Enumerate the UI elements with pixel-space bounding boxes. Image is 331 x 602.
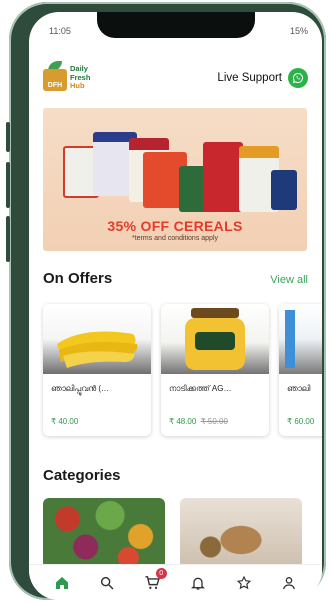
nav-home[interactable]: [51, 572, 73, 594]
banner-subtext: *terms and conditions apply: [132, 235, 218, 242]
live-support-label: Live Support: [217, 72, 282, 84]
category-card-vegetables[interactable]: [43, 498, 165, 568]
product-name: ഞാലിപ്പൂവൻ (…: [51, 384, 110, 393]
search-icon: [101, 576, 114, 590]
product-card[interactable]: നാടിക്കത്ത് AG… ₹ 48.00 ₹ 50.00: [161, 304, 269, 436]
phone-frame: 11:05 15% DFH Daily Fresh Hub Live Suppo…: [6, 2, 326, 600]
price-current: ₹ 40.00: [51, 417, 79, 426]
view-all-link[interactable]: View all: [270, 274, 308, 286]
nav-favorites[interactable]: [233, 572, 255, 594]
offers-header: On Offers View all: [43, 270, 308, 287]
offers-title: On Offers: [43, 270, 113, 287]
categories-title: Categories: [43, 467, 121, 484]
home-icon: [55, 576, 68, 589]
status-bar: 11:05 15%: [49, 26, 308, 40]
category-card-kitchenware[interactable]: [180, 498, 302, 568]
promo-banner[interactable]: 35% OFF CEREALS *terms and conditions ap…: [43, 108, 307, 251]
status-time: 11:05: [49, 26, 71, 36]
product-name: നാടിക്കത്ത് AG…: [169, 384, 232, 393]
price-current: ₹ 60.00: [287, 417, 315, 426]
offers-carousel[interactable]: ഞാലിപ്പൂവൻ (… ₹ 40.00 നാടിക്കത്ത് AG… ₹ …: [43, 304, 322, 440]
product-pack-image: [271, 170, 297, 210]
product-name: ഞാലി: [287, 384, 311, 393]
product-price: ₹ 60.00: [287, 417, 314, 426]
brand-logo[interactable]: DFH Daily Fresh Hub: [43, 61, 107, 95]
price-original: ₹ 50.00: [200, 417, 228, 426]
product-image: [43, 304, 151, 374]
nav-search[interactable]: [96, 572, 118, 594]
app-screen: 11:05 15% DFH Daily Fresh Hub Live Suppo…: [29, 12, 322, 600]
whatsapp-icon[interactable]: [288, 68, 308, 88]
price-current: ₹ 48.00: [169, 417, 197, 426]
product-image: [279, 304, 322, 374]
bottom-navigation: 0: [29, 564, 322, 600]
product-image: [161, 304, 269, 374]
categories-header: Categories: [43, 467, 308, 484]
side-button: [6, 162, 10, 208]
nav-profile[interactable]: [278, 572, 300, 594]
app-header: DFH Daily Fresh Hub Live Support: [29, 56, 322, 102]
bell-icon: [191, 577, 206, 590]
live-support-button[interactable]: Live Support: [217, 68, 308, 88]
logo-text: Daily Fresh Hub: [70, 64, 90, 91]
status-battery: 15%: [289, 26, 308, 36]
categories-grid[interactable]: [43, 498, 322, 570]
logo-badge: DFH: [47, 82, 63, 89]
product-price: ₹ 40.00: [51, 417, 78, 426]
nav-notifications[interactable]: [187, 572, 209, 594]
product-card[interactable]: ഞാലി ₹ 60.00: [279, 304, 322, 436]
nav-cart[interactable]: 0: [142, 567, 167, 594]
profile-icon: [283, 576, 296, 589]
cart-count-badge: 0: [155, 567, 167, 579]
basket-icon: DFH: [43, 69, 67, 91]
product-price: ₹ 48.00 ₹ 50.00: [169, 417, 228, 426]
product-pack-image: [203, 142, 243, 212]
star-icon: [236, 575, 251, 589]
side-button: [6, 122, 10, 152]
side-button: [6, 216, 10, 262]
product-card[interactable]: ഞാലിപ്പൂവൻ (… ₹ 40.00: [43, 304, 151, 436]
logo-line: Hub: [70, 81, 85, 90]
banner-headline: 35% OFF CEREALS: [107, 218, 243, 234]
